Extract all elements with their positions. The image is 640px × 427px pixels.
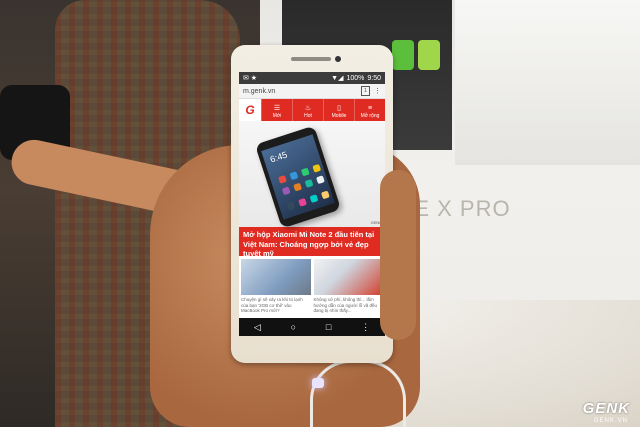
app-icon — [293, 182, 303, 192]
clock: 9:50 — [367, 74, 381, 82]
usb-led-light — [312, 378, 324, 388]
article-cards: Chuyện gì sẽ xảy ra khi tủ lạnh của bạn … — [239, 256, 385, 314]
status-bar: ✉ ★ ▼◢ 100% 9:50 — [239, 72, 385, 84]
genk-watermark-sub: GENK.VN — [593, 418, 628, 424]
photo-scene: ME X PRO ✉ ★ ▼◢ 100% 9:50 m.genk.vn 1 ⋮ … — [0, 0, 640, 427]
nav-item-label: Mobile — [331, 113, 347, 119]
app-icon — [304, 178, 314, 188]
mobile-icon: ▯ — [337, 105, 341, 112]
smartphone: ✉ ★ ▼◢ 100% 9:50 m.genk.vn 1 ⋮ G ☰ Mới ♨ — [231, 45, 393, 363]
hero-image[interactable]: 6:45 GENK — [239, 121, 385, 229]
battery-level: 100% — [346, 74, 365, 82]
finger — [380, 170, 416, 340]
app-icon — [278, 175, 287, 184]
card-title: Chuyện gì sẽ xảy ra khi tủ lạnh của bạn … — [241, 297, 303, 313]
phone-screen: ✉ ★ ▼◢ 100% 9:50 m.genk.vn 1 ⋮ G ☰ Mới ♨ — [239, 72, 385, 336]
hero-phone-time: 6:45 — [268, 149, 289, 165]
article-headline[interactable]: Mở hộp Xiaomi Mi Note 2 đầu tiên tại Việ… — [239, 227, 385, 258]
nav-item-label: Mở rộng — [360, 113, 380, 119]
genk-watermark: GENK — [582, 400, 630, 417]
list-item[interactable]: Không cứ phí, không thì... lắm hướng dẫn… — [313, 259, 383, 314]
hero-phone-picture: 6:45 — [254, 125, 342, 229]
charging-cable — [310, 360, 406, 427]
nav-item-more[interactable]: ≡ Mở rộng — [354, 99, 385, 121]
url-text[interactable]: m.genk.vn — [243, 88, 357, 95]
app-icon — [300, 167, 310, 177]
card-thumbnail — [241, 259, 311, 295]
card-thumbnail — [313, 259, 383, 295]
nav-item-label: Hot — [304, 113, 312, 119]
card-title: Không cứ phí, không thì... lắm hướng dẫn… — [313, 297, 377, 313]
earpiece-speaker — [291, 57, 331, 61]
genk-logo[interactable]: G — [239, 99, 261, 121]
overflow-menu-icon[interactable]: ⋮ — [361, 322, 370, 333]
background-white-panel — [455, 0, 640, 165]
hamburger-icon: ≡ — [367, 105, 373, 112]
news-icon: ☰ — [273, 105, 281, 112]
nav-item-label: Mới — [272, 113, 282, 119]
nav-item-mobile[interactable]: ▯ Mobile — [323, 99, 354, 121]
browser-url-bar[interactable]: m.genk.vn 1 ⋮ — [239, 84, 385, 99]
background-green-icon — [392, 40, 414, 70]
hero-phone-screen: 6:45 — [261, 134, 335, 220]
app-icon — [286, 201, 296, 211]
app-icon — [320, 190, 330, 200]
app-icon — [312, 163, 322, 173]
back-icon[interactable]: ◁ — [254, 322, 261, 333]
signal-icon: ▼◢ — [331, 75, 344, 82]
home-icon[interactable]: ○ — [291, 322, 296, 332]
notification-icons: ✉ ★ — [243, 75, 258, 82]
app-icon — [316, 175, 325, 185]
background-lime-icon — [418, 40, 440, 70]
browser-menu-icon[interactable]: ⋮ — [374, 87, 381, 95]
nav-item-new[interactable]: ☰ Mới — [261, 99, 292, 121]
tab-count-icon[interactable]: 1 — [361, 86, 370, 96]
recents-icon[interactable]: □ — [326, 322, 331, 332]
android-nav-bar: ◁ ○ □ ⋮ — [239, 318, 385, 336]
front-camera — [335, 56, 341, 62]
app-icon — [309, 194, 319, 204]
site-navbar: G ☰ Mới ♨ Hot ▯ Mobile ≡ Mở rộng — [239, 99, 385, 121]
app-icon — [281, 186, 291, 196]
app-icon — [298, 197, 307, 207]
list-item[interactable]: Chuyện gì sẽ xảy ra khi tủ lạnh của bạn … — [241, 259, 311, 314]
app-icon — [289, 171, 299, 181]
fire-icon: ♨ — [304, 105, 312, 112]
nav-item-hot[interactable]: ♨ Hot — [292, 99, 323, 121]
